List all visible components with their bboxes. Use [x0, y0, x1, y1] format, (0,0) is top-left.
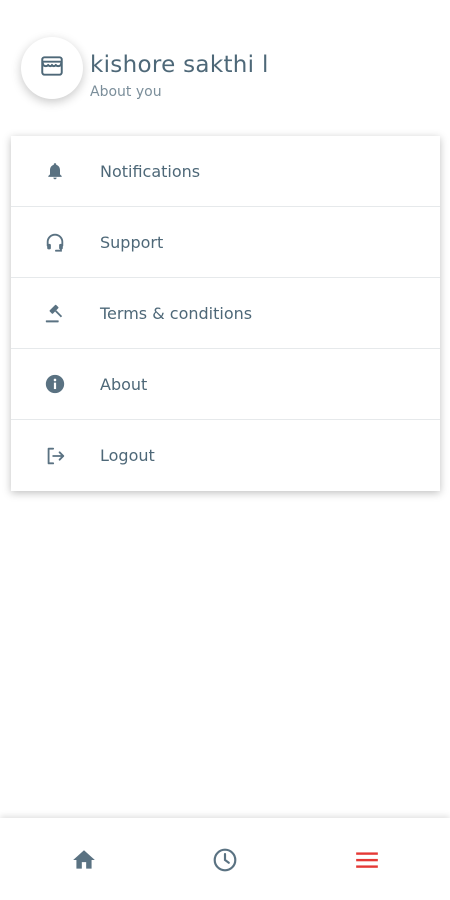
menu-icon[interactable] — [353, 846, 381, 874]
menu-item-support[interactable]: Support — [11, 207, 440, 278]
logout-icon — [43, 444, 67, 468]
menu-item-label: Terms & conditions — [100, 303, 253, 323]
menu-item-label: Notifications — [100, 161, 201, 181]
user-subtitle[interactable]: About you — [90, 84, 162, 100]
info-icon — [43, 372, 67, 396]
menu-item-label: Support — [100, 232, 164, 252]
menu-item-about[interactable]: About — [11, 349, 440, 420]
history-icon[interactable] — [211, 846, 239, 874]
bottom-navigation — [0, 818, 450, 900]
profile-header: kishore sakthi l About you — [0, 0, 450, 120]
gavel-icon — [43, 301, 67, 325]
home-icon[interactable] — [70, 846, 98, 874]
headphones-icon — [43, 230, 67, 254]
menu-item-notifications[interactable]: Notifications — [11, 136, 440, 207]
settings-menu: Notifications Support Terms & conditions — [11, 136, 440, 491]
menu-item-label: Logout — [100, 446, 155, 465]
menu-item-label: About — [100, 374, 148, 394]
bell-icon — [43, 159, 67, 183]
menu-item-terms[interactable]: Terms & conditions — [11, 278, 440, 349]
store-icon — [39, 53, 65, 83]
menu-item-logout[interactable]: Logout — [11, 420, 440, 491]
user-name: kishore sakthi l — [90, 52, 269, 78]
avatar[interactable] — [21, 37, 83, 99]
